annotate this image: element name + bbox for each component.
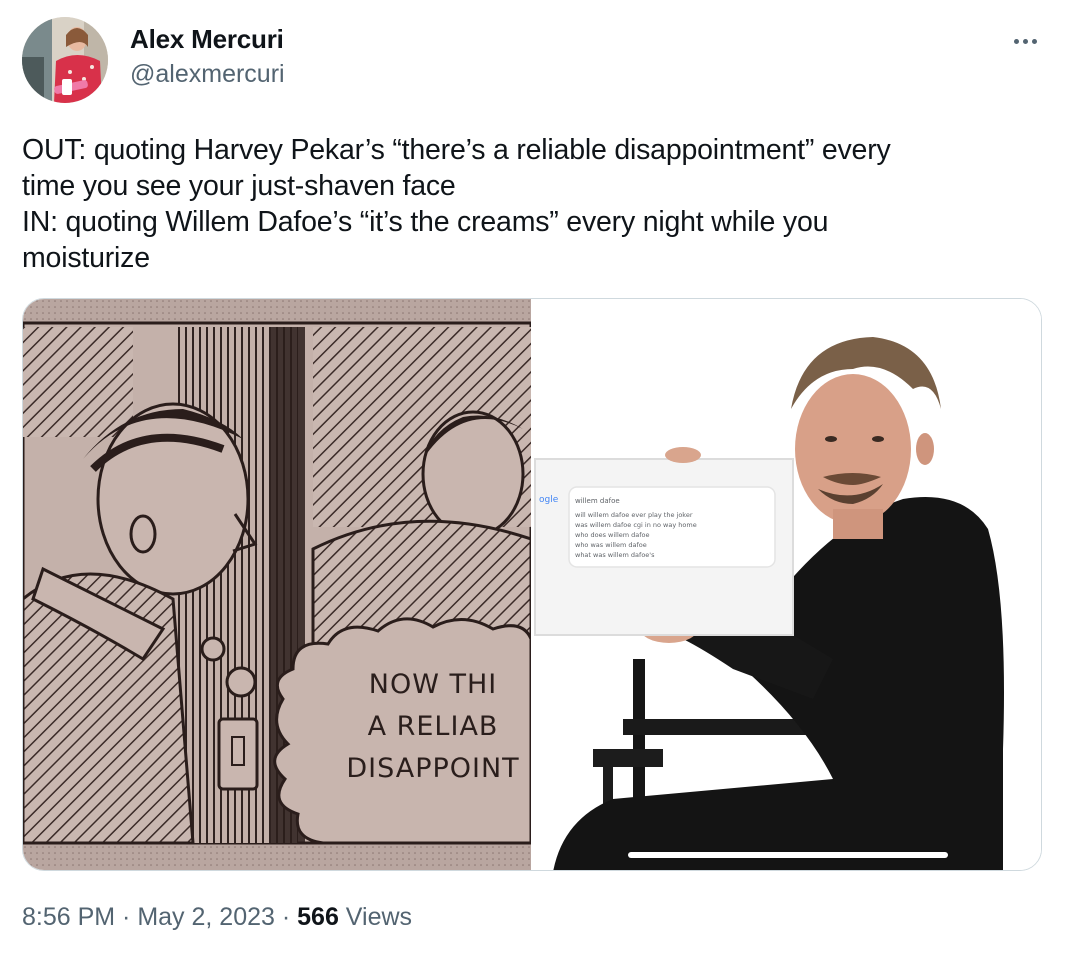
more-horizontal-icon	[1012, 38, 1039, 44]
meta-separator: ·	[274, 903, 298, 931]
bubble-line: NOW THI	[368, 669, 498, 700]
author-name[interactable]: Alex Mercuri	[130, 24, 284, 55]
comic-panel-image[interactable]: NOW THI A RELIAB DISAPPOINT	[23, 299, 533, 870]
tweet-time[interactable]: 8:56 PM	[22, 903, 115, 931]
more-options-button[interactable]	[1003, 26, 1047, 56]
search-query: willem dafoe	[575, 497, 620, 505]
tweet-text-line: time you see your just-shaven face	[22, 170, 456, 202]
search-suggestion: will willem dafoe ever play the joker	[575, 511, 693, 519]
dafoe-photo-image[interactable]: ogle willem dafoe will willem dafoe ever…	[533, 299, 1041, 870]
search-suggestion: who does willem dafoe	[575, 531, 650, 539]
search-suggestion: who was willem dafoe	[575, 541, 647, 549]
author-handle[interactable]: @alexmercuri	[130, 60, 285, 89]
author-avatar[interactable]	[22, 17, 108, 103]
comic-speech-bubble: NOW THI A RELIAB DISAPPOINT	[333, 664, 533, 790]
search-suggestion: was willem dafoe cgi in no way home	[575, 521, 697, 529]
media-scroll-bar[interactable]	[628, 852, 948, 858]
avatar-image	[22, 17, 108, 103]
tweet-text-line: moisturize	[22, 242, 150, 274]
tweet-text: OUT: quoting Harvey Pekar’s “there’s a r…	[22, 132, 1032, 276]
tweet-media: NOW THI A RELIAB DISAPPOINT ogle willem …	[22, 298, 1042, 871]
meta-separator: ·	[115, 903, 138, 931]
bubble-line: A RELIAB	[367, 711, 499, 742]
search-suggestion: what was willem dafoe's	[575, 551, 655, 559]
tweet-date[interactable]: May 2, 2023	[137, 903, 275, 931]
tweet-text-line: OUT: quoting Harvey Pekar’s “there’s a r…	[22, 134, 891, 166]
views-label: Views	[338, 903, 413, 931]
search-logo: ogle	[539, 495, 559, 505]
tweet-meta: 8:56 PM · May 2, 2023 · 566 Views	[22, 903, 412, 932]
tweet-text-line: IN: quoting Willem Dafoe’s “it’s the cre…	[22, 206, 829, 238]
views-count[interactable]: 566	[297, 903, 339, 931]
photo-illustration	[533, 299, 1041, 870]
tweet: Alex Mercuri @alexmercuri OUT: quoting H…	[0, 0, 1068, 956]
bubble-line: DISAPPOINT	[346, 753, 520, 784]
